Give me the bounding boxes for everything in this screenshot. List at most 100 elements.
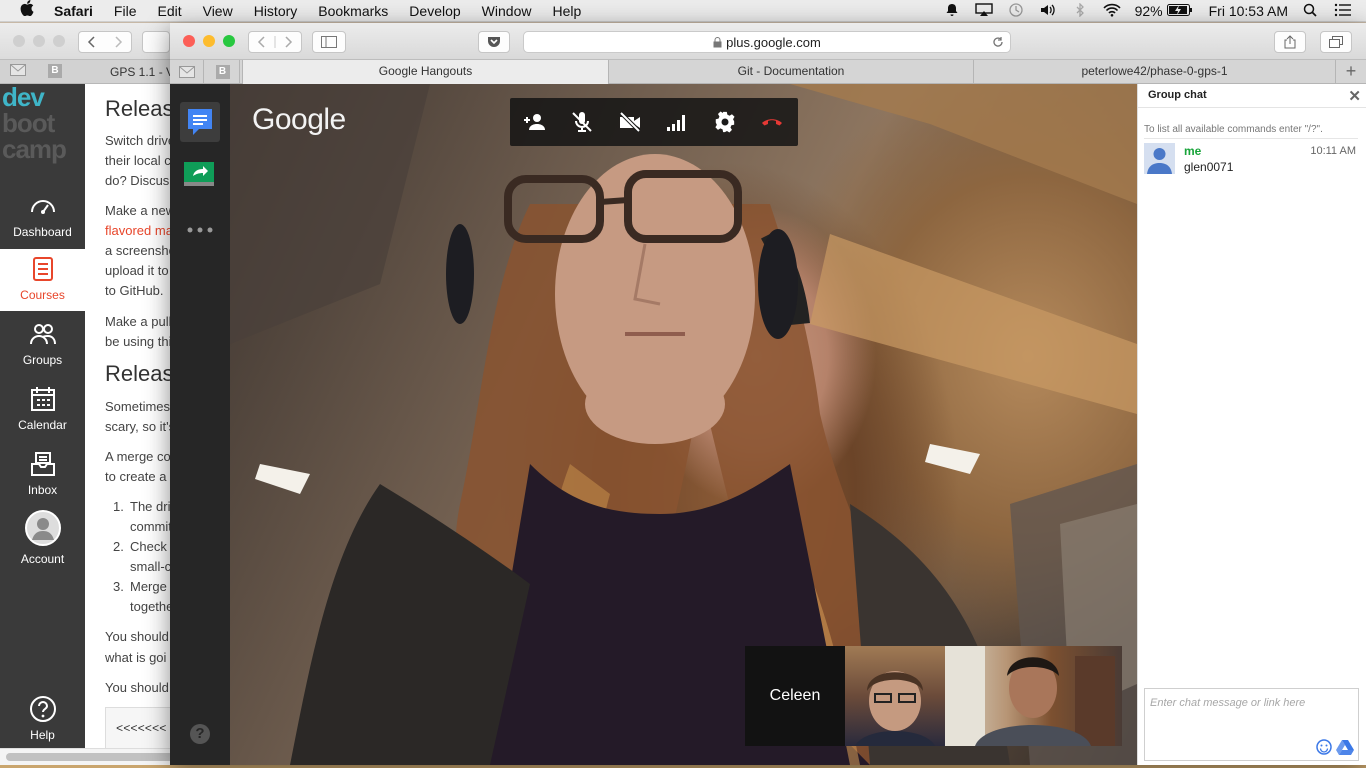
text-line: Sometimes bbox=[105, 399, 171, 414]
address-bar[interactable]: plus.google.com bbox=[523, 31, 1011, 53]
section-heading: Releas bbox=[105, 361, 174, 386]
close-button[interactable] bbox=[183, 35, 195, 47]
call-control-bar bbox=[510, 98, 798, 146]
menu-history[interactable]: History bbox=[254, 3, 298, 19]
share-icon[interactable] bbox=[1274, 31, 1306, 53]
dbc-nav-dashboard[interactable]: Dashboard bbox=[0, 186, 85, 248]
gear-icon bbox=[715, 111, 735, 133]
participant-video bbox=[945, 646, 1115, 746]
menu-file[interactable]: File bbox=[114, 3, 137, 19]
volume-icon[interactable] bbox=[1039, 3, 1057, 20]
menu-clock[interactable]: Fri 10:53 AM bbox=[1209, 3, 1288, 19]
dbc-nav-help[interactable]: Help bbox=[0, 689, 85, 751]
mute-mic-button[interactable] bbox=[570, 110, 594, 134]
bandwidth-button[interactable] bbox=[665, 110, 689, 134]
notification-bell-icon[interactable] bbox=[943, 3, 961, 20]
default-avatar-icon bbox=[1144, 143, 1175, 174]
dbc-nav-account[interactable]: Account bbox=[0, 507, 85, 577]
group-chat-panel: Group chat ✕ To list all available comma… bbox=[1137, 84, 1366, 765]
tab-github-repo[interactable]: peterlowe42/phase-0-gps-1 bbox=[973, 60, 1335, 84]
camera-off-icon bbox=[619, 111, 641, 133]
menu-window[interactable]: Window bbox=[482, 3, 532, 19]
help-button[interactable]: ? bbox=[190, 724, 210, 744]
devbootcamp-logo[interactable]: dev boot camp bbox=[2, 84, 85, 174]
emoji-icon[interactable] bbox=[1316, 739, 1332, 755]
menu-safari[interactable]: Safari bbox=[54, 3, 93, 19]
pocket-icon[interactable] bbox=[478, 31, 510, 53]
bg-zoom-button[interactable] bbox=[53, 35, 65, 47]
bg-close-button[interactable] bbox=[13, 35, 25, 47]
menu-edit[interactable]: Edit bbox=[157, 3, 181, 19]
bg-back-forward-buttons[interactable] bbox=[78, 31, 132, 53]
participant-tile-celeen[interactable]: Celeen bbox=[745, 646, 845, 746]
menu-develop[interactable]: Develop bbox=[409, 3, 460, 19]
back-forward-buttons[interactable] bbox=[248, 31, 302, 53]
bg-sidebar-icon[interactable] bbox=[142, 31, 170, 53]
pinned-badge: B bbox=[215, 65, 230, 79]
main-video-feed: Google Celeen bbox=[230, 84, 1137, 765]
screenshare-button[interactable] bbox=[183, 161, 215, 192]
spotlight-search-icon[interactable] bbox=[1302, 3, 1320, 20]
text-line: to create a bbox=[105, 469, 167, 484]
more-options-button[interactable] bbox=[186, 221, 214, 233]
new-tab-button[interactable]: + bbox=[1335, 60, 1366, 84]
bg-minimize-button[interactable] bbox=[33, 35, 45, 47]
chat-input-box bbox=[1144, 688, 1359, 761]
reload-icon[interactable] bbox=[992, 36, 1004, 48]
tab-google-hangouts[interactable]: Google Hangouts bbox=[242, 60, 608, 84]
hangup-icon bbox=[762, 119, 782, 126]
desktop: Safari File Edit View History Bookmarks … bbox=[0, 0, 1366, 768]
dbc-nav-inbox[interactable]: Inbox bbox=[0, 444, 85, 506]
dbc-sidebar: dev boot camp Dashboard Courses Groups C… bbox=[0, 84, 85, 748]
tabs-overview-icon[interactable] bbox=[1320, 31, 1352, 53]
tab-git-documentation[interactable]: Git - Documentation bbox=[608, 60, 973, 84]
participant-thumbnails: Celeen bbox=[745, 646, 1122, 746]
list-number: 2. bbox=[113, 539, 124, 554]
bg-pinned-badge[interactable]: B bbox=[48, 64, 62, 78]
bg-gmail-pinned-icon[interactable] bbox=[10, 64, 26, 79]
account-icon bbox=[24, 510, 61, 546]
menu-bookmarks[interactable]: Bookmarks bbox=[318, 3, 388, 19]
time-machine-icon[interactable] bbox=[1007, 2, 1025, 20]
airplay-icon[interactable] bbox=[974, 2, 993, 20]
battery-percent[interactable]: 92% bbox=[1135, 3, 1163, 19]
chat-message-input[interactable] bbox=[1145, 689, 1358, 717]
menu-view[interactable]: View bbox=[203, 3, 233, 19]
bluetooth-icon[interactable] bbox=[1071, 2, 1089, 20]
wifi-icon[interactable] bbox=[1103, 3, 1121, 20]
status-area: 92% Fri 10:53 AM bbox=[943, 0, 1366, 22]
participant-tile-video[interactable] bbox=[845, 646, 945, 746]
add-person-icon bbox=[524, 114, 545, 130]
dbc-nav-courses[interactable]: Courses bbox=[0, 249, 85, 311]
invite-people-button[interactable] bbox=[523, 110, 547, 134]
screenshare-icon bbox=[184, 162, 214, 186]
gmail-pinned-tab[interactable] bbox=[170, 60, 204, 84]
zoom-button[interactable] bbox=[223, 35, 235, 47]
dbc-nav-label: Dashboard bbox=[13, 225, 72, 239]
text-line: scary, so it's bbox=[105, 419, 176, 434]
notification-center-icon[interactable] bbox=[1334, 3, 1352, 20]
dbc-nav-groups[interactable]: Groups bbox=[0, 314, 85, 376]
camera-toggle-button[interactable] bbox=[618, 110, 642, 134]
chat-toggle-button[interactable] bbox=[180, 102, 220, 142]
battery-charging-icon[interactable] bbox=[1166, 3, 1193, 19]
dbc-nav-calendar[interactable]: Calendar bbox=[0, 379, 85, 441]
apple-menu-icon[interactable] bbox=[20, 0, 36, 21]
pinned-tab-b[interactable]: B bbox=[206, 60, 240, 84]
menu-help[interactable]: Help bbox=[552, 3, 581, 19]
participant-tile-video[interactable] bbox=[945, 646, 1122, 746]
participant-video bbox=[855, 671, 935, 746]
text-line: Switch drive bbox=[105, 133, 176, 148]
minimize-button[interactable] bbox=[203, 35, 215, 47]
sidebar-toggle-icon[interactable] bbox=[312, 31, 346, 53]
google-drive-icon[interactable] bbox=[1336, 739, 1354, 755]
settings-button[interactable] bbox=[713, 110, 737, 134]
text-line: do? Discus bbox=[105, 173, 170, 188]
hangouts-browser-window[interactable]: plus.google.com B Google Hangouts Git - … bbox=[170, 23, 1366, 765]
markdown-link[interactable]: flavored ma bbox=[105, 223, 173, 238]
scrollbar-thumb[interactable] bbox=[6, 753, 176, 761]
hang-up-button[interactable] bbox=[760, 110, 784, 134]
more-icon bbox=[187, 227, 213, 233]
inbox-icon bbox=[30, 452, 55, 476]
close-chat-icon[interactable]: ✕ bbox=[1348, 87, 1361, 105]
